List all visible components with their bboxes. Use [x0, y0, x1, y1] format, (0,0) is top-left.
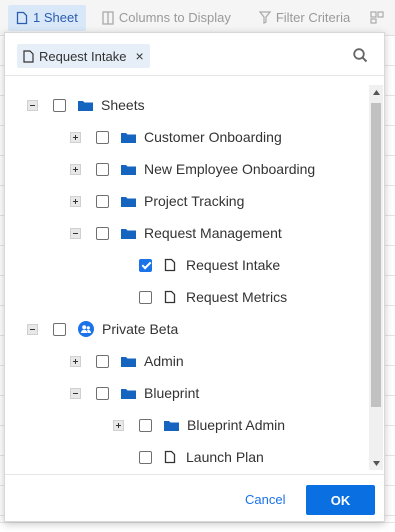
- tree-row-launch-plan[interactable]: Launch Plan: [139, 441, 264, 470]
- remove-chip-button[interactable]: ×: [135, 49, 143, 63]
- tree-row-label: Project Tracking: [144, 193, 245, 209]
- tree-row-admin[interactable]: Admin: [70, 345, 184, 377]
- tree-row-label: Admin: [144, 353, 184, 369]
- columns-icon: [102, 10, 114, 25]
- folder-icon: [164, 420, 179, 431]
- group-button[interactable]: [362, 5, 392, 31]
- tree-row-label: New Employee Onboarding: [144, 161, 316, 177]
- chip-label: Request Intake: [39, 48, 127, 64]
- row-checkbox[interactable]: [96, 386, 109, 400]
- tree-row-label: Request Metrics: [186, 289, 288, 305]
- folder-icon: [121, 132, 136, 143]
- tree-row-customer-onboarding[interactable]: Customer Onboarding: [70, 121, 282, 153]
- row-checkbox[interactable]: [96, 354, 109, 368]
- tree-row-request-intake[interactable]: Request Intake: [139, 249, 280, 281]
- tree-scrollbar[interactable]: [369, 85, 383, 470]
- sheet-selector-label: 1 Sheet: [33, 10, 78, 25]
- tree-row-request-management[interactable]: Request Management: [70, 217, 282, 249]
- row-checkbox[interactable]: [96, 226, 109, 240]
- expand-toggle[interactable]: [70, 195, 81, 207]
- columns-to-display-button[interactable]: Columns to Display: [94, 5, 239, 31]
- background-grid-bottom: [0, 522, 395, 532]
- tree-row-new-employee-onboarding[interactable]: New Employee Onboarding: [70, 153, 315, 185]
- tree-row-blueprint-admin[interactable]: Blueprint Admin: [113, 409, 285, 441]
- row-checkbox[interactable]: [96, 162, 109, 176]
- expand-toggle[interactable]: [70, 355, 81, 367]
- filter-icon: [258, 11, 271, 24]
- selected-sheets-bar: Request Intake ×: [5, 33, 384, 76]
- collapse-toggle[interactable]: [27, 99, 38, 111]
- collapse-toggle[interactable]: [70, 227, 81, 239]
- row-checkbox-checked[interactable]: [139, 258, 152, 272]
- row-checkbox[interactable]: [139, 290, 152, 304]
- scrollbar-thumb[interactable]: [371, 103, 381, 407]
- tree-row-label: Request Management: [144, 225, 282, 241]
- folder-icon: [121, 228, 136, 239]
- sheet-icon: [164, 258, 176, 272]
- tree-row-label: Blueprint Admin: [187, 417, 286, 433]
- selected-sheet-chip: Request Intake ×: [17, 44, 150, 68]
- filter-criteria-button[interactable]: Filter Criteria: [251, 5, 358, 31]
- tree-row-project-tracking[interactable]: Project Tracking: [70, 185, 244, 217]
- row-checkbox[interactable]: [53, 98, 66, 112]
- tree-row-label: Customer Onboarding: [144, 129, 282, 145]
- search-icon[interactable]: [353, 48, 368, 66]
- ok-button[interactable]: OK: [306, 485, 375, 515]
- sheet-tree: Sheets Customer Onboarding New Employee …: [5, 85, 369, 470]
- sheet-icon: [16, 11, 28, 25]
- popup-footer: Cancel OK: [5, 474, 384, 521]
- tree-row-label: Private Beta: [102, 321, 179, 337]
- sheet-icon: [23, 49, 34, 63]
- row-checkbox[interactable]: [96, 130, 109, 144]
- tree-row-label: Request Intake: [186, 257, 281, 273]
- scroll-up-arrow-icon[interactable]: [369, 85, 383, 99]
- collapse-toggle[interactable]: [27, 323, 38, 335]
- expand-toggle[interactable]: [70, 163, 81, 175]
- tree-row-label: Launch Plan: [186, 449, 264, 465]
- workspace-icon: [78, 321, 94, 337]
- row-checkbox[interactable]: [53, 322, 66, 336]
- folder-icon: [121, 164, 136, 175]
- tree-row-label: Blueprint: [144, 385, 200, 401]
- scroll-down-arrow-icon[interactable]: [369, 456, 383, 470]
- tree-row-sheets[interactable]: Sheets: [27, 89, 145, 121]
- row-checkbox[interactable]: [139, 450, 152, 464]
- cancel-button[interactable]: Cancel: [245, 487, 285, 513]
- report-toolbar: 1 Sheet Columns to Display Filter Criter…: [0, 0, 395, 36]
- expand-toggle[interactable]: [113, 419, 124, 431]
- folder-icon: [121, 356, 136, 367]
- collapse-toggle[interactable]: [70, 387, 81, 399]
- tree-row-label: Sheets: [101, 97, 145, 113]
- row-checkbox[interactable]: [96, 194, 109, 208]
- group-icon: [370, 11, 384, 24]
- background-grid-right: [384, 36, 395, 532]
- expand-toggle[interactable]: [70, 131, 81, 143]
- filter-criteria-label: Filter Criteria: [275, 10, 351, 25]
- folder-icon: [78, 100, 93, 111]
- row-checkbox[interactable]: [139, 418, 152, 432]
- columns-to-display-label: Columns to Display: [118, 10, 231, 25]
- sheet-picker-popup: Request Intake × Sheets Customer Onboard…: [4, 32, 385, 522]
- sheet-selector-button[interactable]: 1 Sheet: [8, 4, 86, 31]
- folder-icon: [121, 196, 136, 207]
- sheet-icon: [164, 450, 176, 464]
- tree-row-blueprint[interactable]: Blueprint: [70, 377, 199, 409]
- sheet-icon: [164, 290, 176, 304]
- folder-icon: [121, 388, 136, 399]
- tree-row-private-beta[interactable]: Private Beta: [27, 313, 178, 345]
- tree-row-request-metrics[interactable]: Request Metrics: [139, 281, 287, 313]
